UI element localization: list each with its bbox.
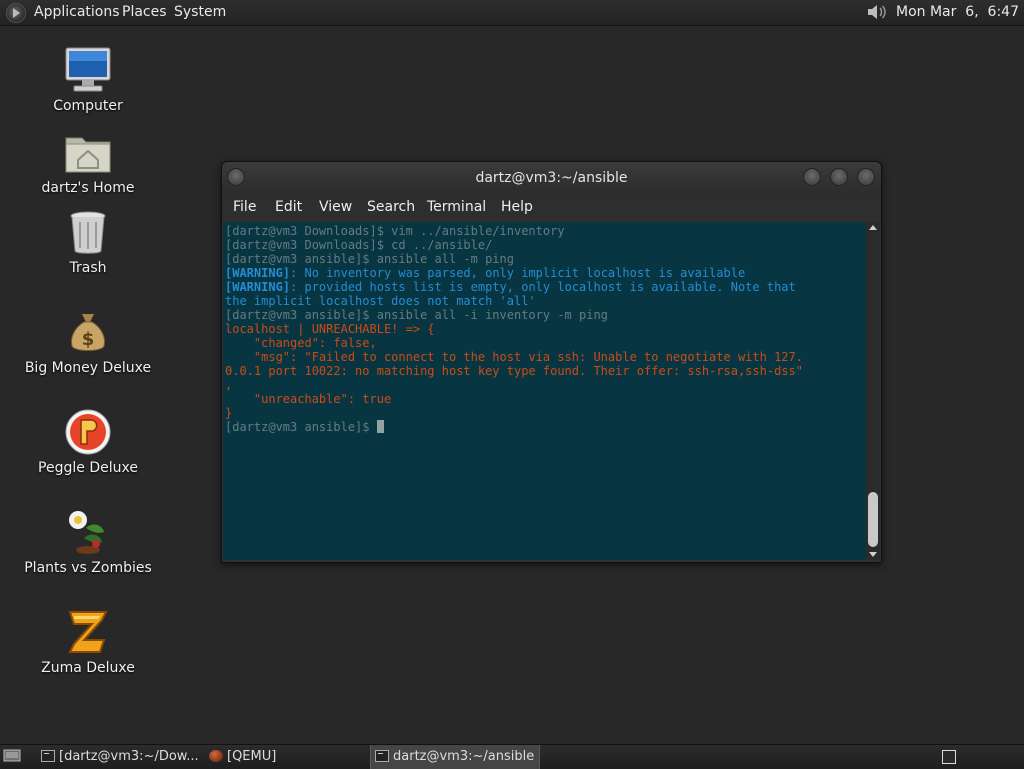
warning-tag: [WARNING] [225, 266, 291, 280]
error-line: } [225, 406, 233, 420]
warning-message: : No inventory was parsed, only implicit… [290, 266, 746, 280]
terminal-icon [41, 750, 55, 762]
desktop-icon-label: Zuma Deluxe [41, 660, 135, 676]
terminal-prompt: [dartz@vm3 ansible]$ [225, 420, 377, 434]
error-line: , [225, 378, 233, 392]
error-line: "changed": false, [225, 336, 377, 350]
svg-text:$: $ [82, 329, 95, 350]
places-menu[interactable]: Places [122, 4, 167, 20]
taskbar-item-terminal-downloads[interactable]: [dartz@vm3:~/Dow... [37, 745, 219, 769]
taskbar-item-terminal-ansible[interactable]: dartz@vm3:~/ansible [370, 745, 540, 769]
volume-icon[interactable] [866, 3, 888, 21]
desktop-icon-label: dartz's Home [41, 180, 135, 196]
plants-icon [64, 508, 112, 556]
money-bag-icon: $ [64, 308, 112, 356]
warning-message: : provided hosts list is empty, only loc… [290, 280, 796, 294]
desktop-icon-label: Trash [69, 260, 107, 276]
terminal-line: [dartz@vm3 Downloads]$ vim ../ansible/in… [225, 224, 565, 238]
scrollbar-thumb[interactable] [868, 492, 878, 547]
trash-icon [64, 208, 112, 256]
error-line: localhost | UNREACHABLE! => { [225, 322, 435, 336]
computer-icon [64, 46, 112, 94]
terminal-window: dartz@vm3:~/ansible File Edit View Searc… [221, 161, 882, 563]
warning-message: the implicit localhost does not match 'a… [225, 294, 536, 308]
menu-file[interactable]: File [233, 199, 256, 215]
system-menu[interactable]: System [174, 4, 226, 20]
peggle-icon [64, 408, 112, 456]
zuma-icon [64, 608, 112, 656]
desktop-icon-big-money[interactable]: $ Big Money Deluxe [8, 308, 168, 376]
menu-search[interactable]: Search [367, 199, 415, 215]
desktop-icon-label: Big Money Deluxe [24, 360, 152, 376]
menu-edit[interactable]: Edit [275, 199, 302, 215]
desktop-icon-plants-vs-zombies[interactable]: Plants vs Zombies [8, 508, 168, 576]
gnome-foot-icon[interactable] [6, 3, 26, 23]
top-panel: Applications Places System Mon Mar 6, 6:… [0, 0, 1024, 26]
bottom-panel: [dartz@vm3:~/Dow... [QEMU] dartz@vm3:~/a… [0, 744, 1024, 769]
workspace-switcher[interactable] [942, 750, 956, 764]
menu-help[interactable]: Help [501, 199, 533, 215]
scroll-up-icon[interactable] [869, 225, 877, 230]
window-title: dartz@vm3:~/ansible [475, 170, 628, 186]
show-desktop-icon[interactable] [3, 749, 21, 763]
error-line: 0.0.1 port 10022: no matching host key t… [225, 364, 803, 378]
clock[interactable]: Mon Mar 6, 6:47 PM [896, 4, 1024, 20]
warning-tag: [WARNING] [225, 280, 291, 294]
minimize-icon[interactable] [803, 168, 821, 186]
error-line: "unreachable": true [225, 392, 392, 406]
terminal-line: [dartz@vm3 ansible]$ ansible all -i inve… [225, 308, 608, 322]
close-icon[interactable] [857, 168, 875, 186]
terminal-cursor [376, 420, 384, 433]
terminal-scrollbar[interactable] [866, 222, 880, 560]
error-line: "msg": "Failed to connect to the host vi… [225, 350, 803, 364]
terminal-icon [375, 750, 389, 762]
desktop-icon-label: Plants vs Zombies [24, 560, 152, 576]
terminal-line: [dartz@vm3 Downloads]$ cd ../ansible/ [225, 238, 493, 252]
home-folder-icon [64, 128, 112, 176]
applications-menu[interactable]: Applications [34, 4, 120, 20]
menu-terminal[interactable]: Terminal [427, 199, 486, 215]
terminal-output[interactable]: [dartz@vm3 Downloads]$ vim ../ansible/in… [223, 222, 866, 560]
terminal-line: [dartz@vm3 ansible]$ ansible all -m ping [225, 252, 514, 266]
taskbar-item-label: dartz@vm3:~/ansible [393, 749, 535, 764]
menu-view[interactable]: View [319, 199, 352, 215]
desktop-icon-trash[interactable]: Trash [8, 208, 168, 276]
desktop-icon-peggle[interactable]: Peggle Deluxe [8, 408, 168, 476]
desktop-icon-label: Computer [53, 98, 123, 114]
taskbar-item-label: [QEMU] [227, 749, 277, 764]
qemu-icon [209, 750, 223, 762]
desktop-icon-computer[interactable]: Computer [8, 46, 168, 114]
scroll-down-icon[interactable] [869, 552, 877, 557]
desktop-icon-label: Peggle Deluxe [38, 460, 138, 476]
desktop-icon-zuma[interactable]: Zuma Deluxe [8, 608, 168, 676]
desktop-icon-home[interactable]: dartz's Home [8, 128, 168, 196]
terminal-menubar: File Edit View Search Terminal Help [222, 194, 881, 222]
taskbar-item-label: [dartz@vm3:~/Dow... [59, 749, 199, 764]
maximize-icon[interactable] [830, 168, 848, 186]
taskbar-item-qemu[interactable]: [QEMU] [205, 745, 377, 769]
window-titlebar[interactable]: dartz@vm3:~/ansible [222, 162, 881, 194]
